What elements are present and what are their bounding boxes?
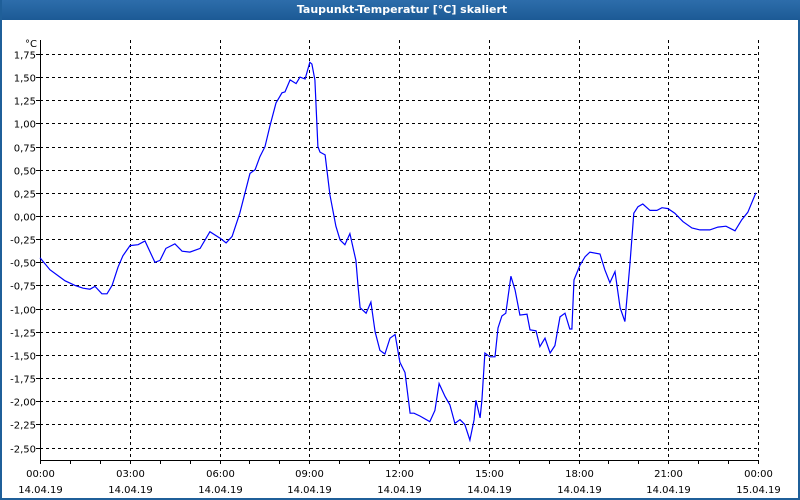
y-tick-label: 1,25	[14, 97, 36, 108]
y-tick-label: -1,25	[10, 329, 36, 340]
dewpoint-chart: 1,75 1,50 1,25 1,00 0,75 0,50 0,25 0,00 -0,25 -0,…	[10, 39, 781, 496]
y-tick-label: 1,00	[14, 120, 36, 131]
dewpoint-series-line	[39, 61, 757, 443]
y-tick-label: -1,00	[10, 306, 36, 317]
x-tick-time-label: 18:00	[565, 469, 594, 480]
y-tick-label: -2,50	[10, 445, 36, 456]
y-tick-label: 1,50	[14, 74, 36, 85]
x-tick-time-label: 00:00	[26, 469, 55, 480]
x-tick-date-label: 14.04.19	[287, 485, 332, 496]
x-tick-date-label: 14.04.19	[467, 485, 512, 496]
x-tick-time-label: 06:00	[206, 469, 235, 480]
y-tick-label: 0,50	[14, 167, 36, 178]
y-axis-unit-label: °C	[25, 39, 37, 50]
x-tick-time-label: 00:00	[744, 469, 773, 480]
y-tick-label: 0,25	[14, 190, 36, 201]
y-tick-label: -1,50	[10, 352, 36, 363]
x-tick-date-label: 14.04.19	[18, 485, 63, 496]
x-tick-date-label: 15.04.19	[736, 485, 781, 496]
y-tick-label: 0,00	[14, 213, 36, 224]
x-tick-date-label: 14.04.19	[557, 485, 602, 496]
y-tick-label: -0,75	[10, 282, 36, 293]
y-tick-label: -0,25	[10, 236, 36, 247]
x-tick-time-label: 12:00	[385, 469, 414, 480]
y-tick-label: 0,75	[14, 144, 36, 155]
y-tick-label: 1,75	[14, 51, 36, 62]
x-tick-date-label: 14.04.19	[377, 485, 422, 496]
x-tick-time-label: 03:00	[116, 469, 145, 480]
x-tick-time-label: 15:00	[475, 469, 504, 480]
y-tick-label: -2,25	[10, 421, 36, 432]
x-tick-time-label: 21:00	[654, 469, 683, 480]
x-tick-date-label: 14.04.19	[108, 485, 153, 496]
x-tick-date-label: 14.04.19	[198, 485, 243, 496]
y-tick-label: -0,50	[10, 259, 36, 270]
x-tick-time-label: 09:00	[295, 469, 324, 480]
y-tick-label: -1,75	[10, 375, 36, 386]
y-tick-label: -2,00	[10, 398, 36, 409]
x-tick-date-label: 14.04.19	[646, 485, 691, 496]
